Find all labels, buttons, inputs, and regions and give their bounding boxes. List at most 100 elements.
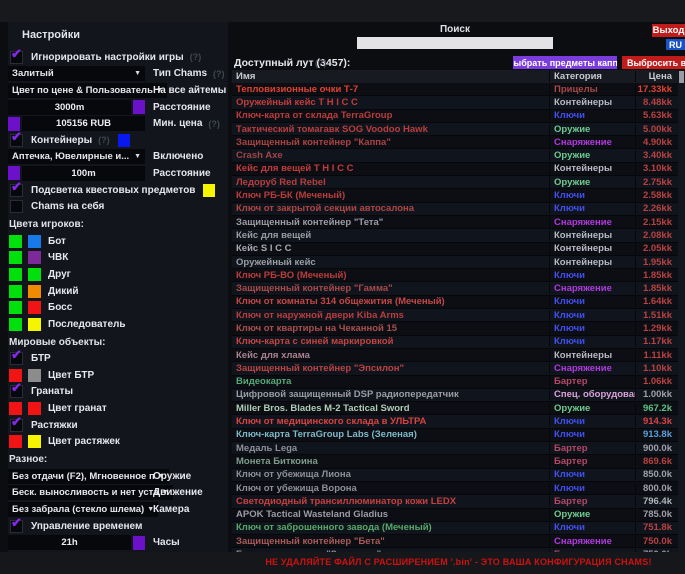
color-swatch[interactable] [28,402,41,415]
column-header-category[interactable]: Категория [549,71,635,82]
color-swatch[interactable] [9,251,22,264]
checkbox[interactable] [10,200,23,213]
item-name: Тактический томагавк SOG Voodoo Hawk [232,124,549,135]
dropdown[interactable]: Цвет по цене & Пользователь▼ [8,83,167,98]
loot-help-icon: (?) [315,58,327,68]
color-swatch[interactable] [9,235,22,248]
checkbox[interactable]: ✔ [10,51,23,64]
checkbox[interactable]: ✔ [10,134,23,147]
item-name: Защищенный контейнер "Тета" [232,217,549,228]
color-swatch[interactable] [118,134,130,147]
search-label: Поиск [357,24,553,35]
table-row[interactable]: Кейс для вещей T H I C CКонтейнеры3.10kk [232,163,678,176]
value-input[interactable]: 21h [8,535,131,550]
table-row[interactable]: Miller Bros. Blades M-2 Tactical SwordОр… [232,402,678,415]
color-swatch[interactable] [28,285,41,298]
color-swatch[interactable] [9,318,22,331]
exit-button[interactable]: Выход [652,24,685,37]
dropdown-value: Беск. выносливость и нет уста [12,487,159,498]
settings-title: Настройки [22,29,228,41]
value-input[interactable]: 3000m [8,100,131,115]
table-row[interactable]: Ключ от убежища ЛионаКлючи850.0k [232,469,678,482]
table-row[interactable]: Тепловизионные очки Т-7Прицелы17.33kk [232,83,678,96]
setting-label: Подсветка квестовых предметов [31,185,195,196]
dropdown[interactable]: Аптечка, Ювелирные и...▼ [8,149,145,164]
table-row[interactable]: Защищенный контейнер "Каппа"Снаряжение4.… [232,136,678,149]
color-swatch[interactable] [9,285,22,298]
settings-section-header: Разное: [8,450,228,468]
color-swatch[interactable] [133,536,145,550]
item-price: 5.63kk [635,110,678,121]
checkbox[interactable]: ✔ [10,419,23,432]
table-row[interactable]: Ключ от заброшенного завода (Меченый)Клю… [232,522,678,535]
table-row[interactable]: Светодиодный трансиллюминатор кожи LEDXБ… [232,495,678,508]
table-row[interactable]: Оружейный кейс T H I C CКонтейнеры8.48kk [232,96,678,109]
table-row[interactable]: Защищенный контейнер "Гамма"Снаряжение1.… [232,282,678,295]
table-row[interactable]: Медаль LegaБартер900.0k [232,442,678,455]
dropdown[interactable]: Беск. выносливость и нет уста▼ [8,485,173,500]
table-row[interactable]: Оружейный кейсКонтейнеры1.95kk [232,256,678,269]
checkbox[interactable]: ✔ [10,385,23,398]
color-swatch[interactable] [9,268,22,281]
table-row[interactable]: Цифровой защищенный DSP радиопередатчикС… [232,389,678,402]
select-kappa-items-button[interactable]: Выбрать предметы каппа [513,56,617,69]
checkbox[interactable]: ✔ [10,520,23,533]
setting-label: Игнорировать настройки игры [31,52,184,63]
color-swatch[interactable] [28,318,41,331]
table-row[interactable]: Защищенный контейнер "Бета"Снаряжение750… [232,535,678,548]
color-swatch[interactable] [28,251,41,264]
color-swatch[interactable] [28,435,41,448]
table-row[interactable]: Ключ-карта TerraGroup Labs (Зеленая)Ключ… [232,429,678,442]
scrollbar-thumb[interactable] [679,71,684,83]
dropdown[interactable]: Без отдачи (F2), Мгновенное п▼ [8,469,169,484]
column-header-name[interactable]: Имя [232,71,549,82]
value-input[interactable]: 100m [22,166,145,181]
settings-section-header: Мировые объекты: [8,333,228,351]
table-row[interactable]: Кейс для вещейКонтейнеры2.08kk [232,229,678,242]
language-button[interactable]: RU [666,39,685,50]
table-row[interactable]: Crash AxeОружие3.40kk [232,149,678,162]
color-swatch[interactable] [28,301,41,314]
table-row[interactable]: Ключ от наружной двери Kiba ArmsКлючи1.5… [232,309,678,322]
table-row[interactable]: ВидеокартаБартер1.06kk [232,376,678,389]
table-row[interactable]: Ключ от квартиры на Чеканной 15Ключи1.29… [232,322,678,335]
value-input[interactable]: 105156 RUB [22,116,145,131]
item-category: Контейнеры [549,257,635,268]
table-row[interactable]: Ключ от убежища ВоронаКлючи800.0k [232,482,678,495]
table-row[interactable]: Ключ РБ-ВО (Меченый)Ключи1.85kk [232,269,678,282]
checkbox[interactable]: ✔ [10,184,23,197]
table-row[interactable]: Ключ-карта от склада TerraGroupКлючи5.63… [232,110,678,123]
table-row[interactable]: Ключ-карта с синей маркировкойКлючи1.17k… [232,336,678,349]
table-row[interactable]: Ключ от комнаты 314 общежития (Меченый)К… [232,296,678,309]
table-row[interactable]: Ледоруб Red RebelОружие2.75kk [232,176,678,189]
search-input[interactable] [357,37,553,49]
item-category: Ключи [549,270,635,281]
table-row[interactable]: Ключ РБ-БК (Меченый)Ключи2.58kk [232,189,678,202]
table-row[interactable]: Кейс S I C CКонтейнеры2.05kk [232,243,678,256]
item-category: Ключи [549,203,635,214]
check-icon: ✔ [11,415,22,428]
color-swatch[interactable] [28,268,41,281]
dropdown[interactable]: Залитый▼ [8,66,145,81]
color-swatch[interactable] [203,184,215,197]
setting-label: БТР [31,353,51,364]
column-header-price[interactable]: Цена [635,71,678,82]
table-scrollbar[interactable] [678,70,685,552]
color-swatch[interactable] [133,100,145,114]
item-price: 2.08kk [635,230,678,241]
table-row[interactable]: Защищенный контейнер "Эпсилон"Снаряжение… [232,362,678,375]
table-row[interactable]: Защищенный контейнер "Тета"Снаряжение2.1… [232,216,678,229]
table-row[interactable]: APOK Tactical Wasteland GladiusОружие785… [232,509,678,522]
color-swatch[interactable] [9,301,22,314]
color-swatch[interactable] [28,235,41,248]
table-row[interactable]: Ключ от закрытой секции автосалонаКлючи2… [232,203,678,216]
table-row[interactable]: Тактический томагавк SOG Voodoo HawkОруж… [232,123,678,136]
color-swatch[interactable] [28,369,41,382]
table-row[interactable]: Ключ от медицинского склада в УЛЬТРАКлюч… [232,415,678,428]
dropdown[interactable]: Без забрала (стекло шлема)▼ [8,502,158,517]
checkbox[interactable]: ✔ [10,352,23,365]
table-row[interactable]: Кейс для хламаКонтейнеры1.11kk [232,349,678,362]
drop-all-button[interactable]: Выбросить все [622,56,685,69]
table-row[interactable]: Монета БиткоинаБартер869.6k [232,455,678,468]
color-swatch[interactable] [9,435,22,448]
